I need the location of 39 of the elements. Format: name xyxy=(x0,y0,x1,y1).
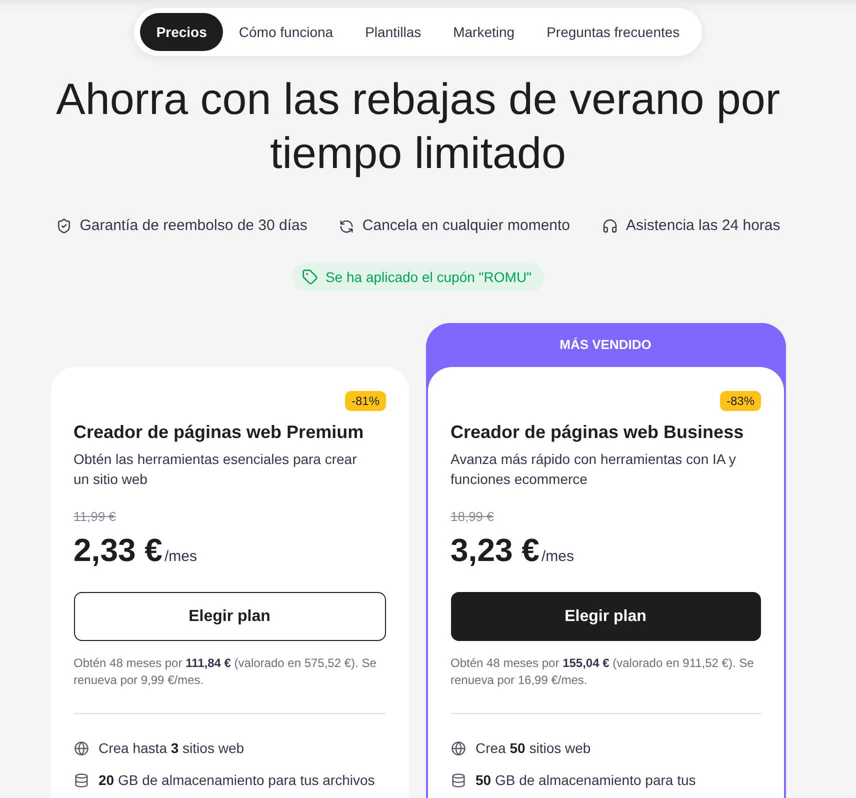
feature-text: Crea hasta 3 sitios web xyxy=(98,739,244,758)
tag-icon xyxy=(302,269,318,285)
nav-tab[interactable]: Marketing xyxy=(437,13,531,51)
best-seller-label: MÁS VENDIDO xyxy=(558,336,652,354)
discount-badge: -81% xyxy=(345,391,386,411)
original-price: 11,99 € xyxy=(74,508,116,526)
feature-text: Crea 50 sitios web xyxy=(476,739,591,758)
database-icon xyxy=(74,772,88,788)
nav-tab[interactable]: Precios xyxy=(140,13,223,51)
plan-price: 3,23 € xyxy=(450,532,540,568)
price-period: /mes xyxy=(541,548,574,565)
guarantee-text: Asistencia las 24 horas xyxy=(626,216,780,236)
plan-description: Obtén las herramientas esenciales para crear un sitio web xyxy=(74,450,358,489)
shield-check-icon xyxy=(56,218,72,234)
coupon-text: Se ha aplicado el cupón "ROMU" xyxy=(325,269,532,285)
database-icon xyxy=(450,772,466,788)
page-heading: Ahorra con las rebajas de verano por tiempo limitado xyxy=(55,74,781,180)
plan-title: Creador de páginas web Business xyxy=(450,421,745,444)
plan-title: Creador de páginas web Premium xyxy=(74,421,365,444)
original-price: 18,99 € xyxy=(450,508,494,526)
feature-text: 50 GB de almacenamiento para tus xyxy=(476,771,696,790)
refresh-icon xyxy=(339,218,354,234)
nav-tab[interactable]: Cómo funciona xyxy=(222,13,350,51)
plan-description: Avanza más rápido con herramientas con IA y funciones ecommerce xyxy=(450,450,737,489)
price-period: /mes xyxy=(164,548,197,565)
nav-tab[interactable]: Plantillas xyxy=(349,13,438,51)
guarantee-text: Garantía de reembolso de 30 días xyxy=(80,216,308,236)
plan-price: 2,33 € xyxy=(74,532,162,568)
globe-icon xyxy=(450,740,466,756)
choose-plan-button[interactable]: Elegir plan xyxy=(450,592,760,641)
guarantee-text: Cancela en cualquier momento xyxy=(362,216,570,236)
renewal-note: Obtén 48 meses por 155,04 € (valorado en 911,52 €). Se renueva por 16,99 €/mes. xyxy=(450,655,755,689)
choose-plan-button[interactable]: Elegir plan xyxy=(74,592,386,641)
renewal-note: Obtén 48 meses por 111,84 € (valorado en 575,52 €). Se renueva por 9,99 €/mes. xyxy=(74,655,378,689)
nav-tab[interactable]: Preguntas frecuentes xyxy=(530,13,696,51)
feature-text: 20 GB de almacenamiento para tus archivos xyxy=(98,771,375,790)
headphones-icon xyxy=(602,218,618,234)
discount-badge: -83% xyxy=(720,391,760,411)
globe-icon xyxy=(74,740,88,756)
